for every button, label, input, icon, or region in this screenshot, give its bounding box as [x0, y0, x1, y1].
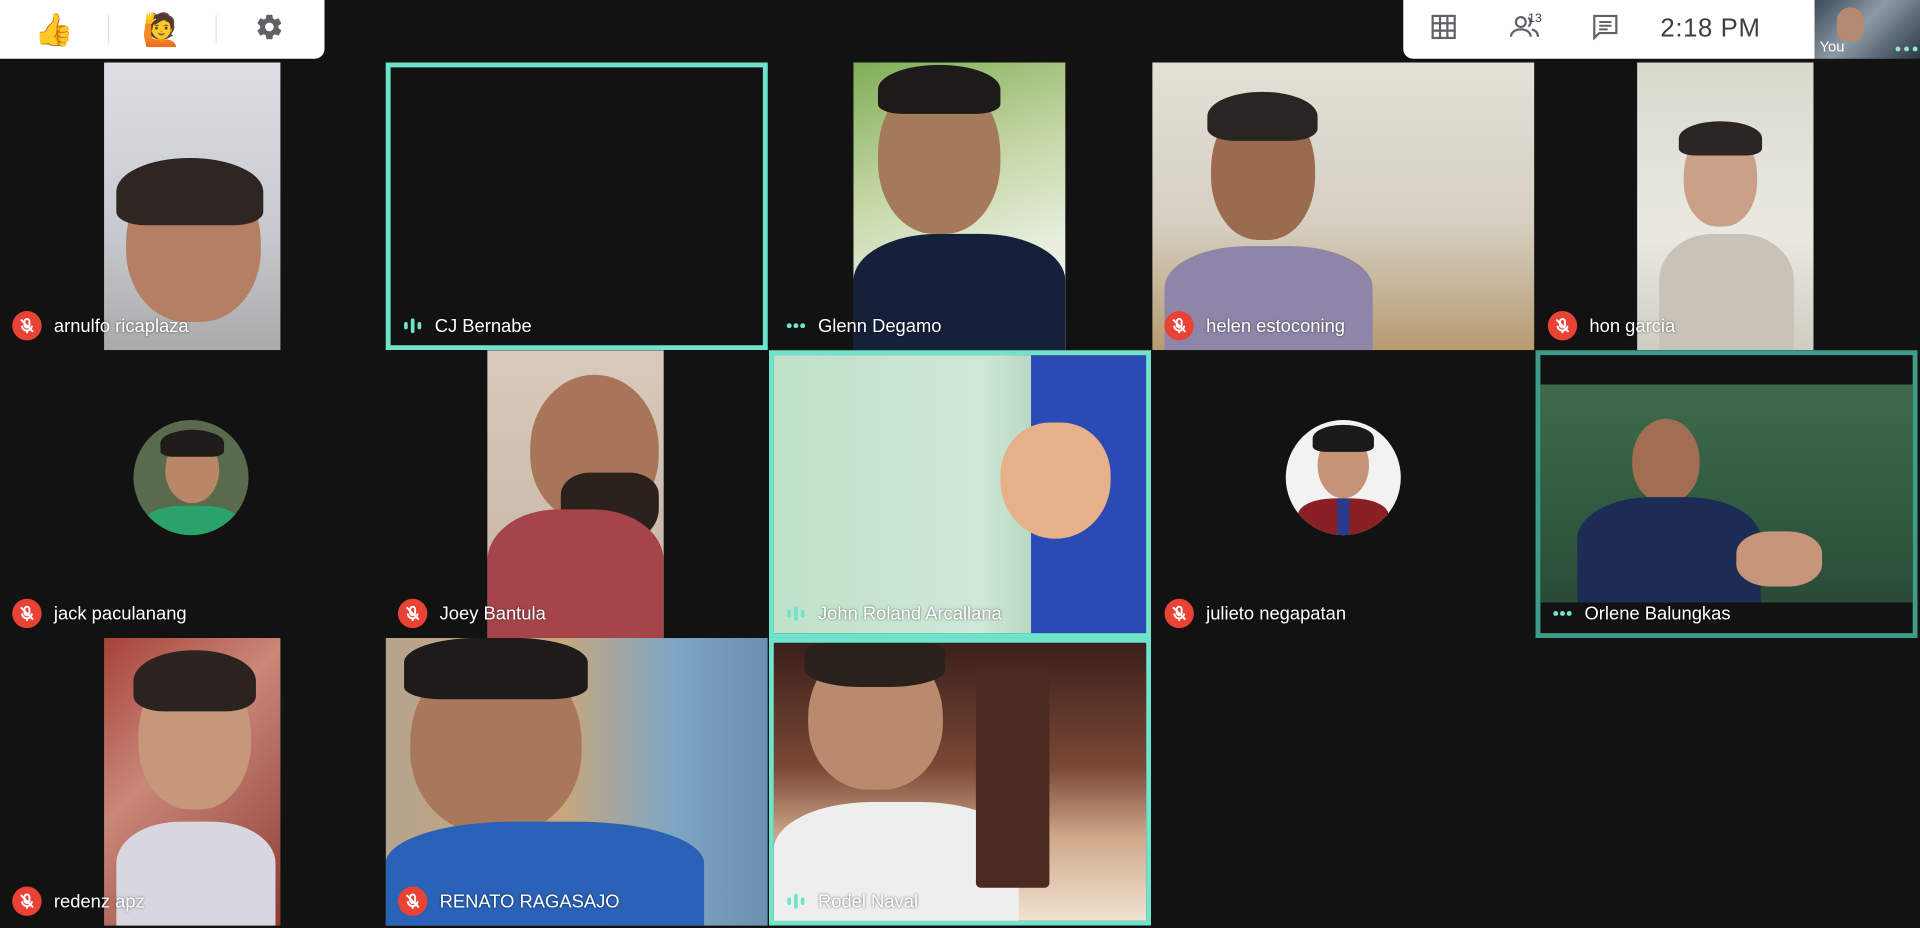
participant-name-bar: Orlene Balungkas	[1548, 599, 1731, 628]
participant-video	[104, 637, 281, 926]
reactions-panel: 👍 🙋	[0, 0, 325, 59]
participant-tile[interactable]: Orlene Balungkas	[1535, 350, 1918, 638]
layout-button[interactable]	[1403, 0, 1484, 59]
participant-name-bar: John Roland Arcallana	[781, 599, 1002, 628]
participant-name-bar: arnulfo ricaplaza	[12, 311, 189, 341]
participant-tile[interactable]: RENATO RAGASAJO	[385, 637, 768, 926]
mic-off-icon	[1164, 598, 1194, 629]
participant-name: John Roland Arcallana	[817, 603, 1002, 624]
grid-icon	[1430, 13, 1457, 46]
participant-name-bar: julieto negapatan	[1164, 598, 1347, 629]
participant-count: 13	[1528, 12, 1542, 26]
participant-avatar	[133, 420, 249, 536]
participant-tile[interactable]: CJ Bernabe	[385, 62, 768, 351]
mic-off-icon	[1164, 311, 1194, 341]
participant-name-bar: RENATO RAGASAJO	[397, 886, 620, 916]
participant-name-bar: jack paculanang	[12, 598, 187, 629]
participant-tile[interactable]: Joey Bantula	[385, 350, 768, 638]
participant-video	[773, 642, 1147, 921]
participant-video	[1152, 62, 1535, 351]
self-label: You	[1819, 37, 1845, 56]
participant-name: Joey Bantula	[439, 603, 546, 624]
participant-video	[773, 355, 1147, 634]
audio-idle-icon	[1548, 599, 1577, 628]
mic-off-icon	[397, 598, 428, 629]
raise-hand-icon: 🙋	[141, 10, 182, 48]
audio-level-icon	[781, 887, 810, 916]
audio-level-icon	[398, 311, 427, 340]
participant-tile[interactable]: John Roland Arcallana	[768, 350, 1152, 638]
participant-name: jack paculanang	[53, 603, 187, 624]
participant-name: Rodel Naval	[817, 890, 919, 912]
participant-video	[1637, 62, 1814, 351]
participant-tile[interactable]: hon garcia	[1535, 62, 1918, 351]
mic-off-icon	[397, 886, 428, 916]
participant-tile[interactable]: helen estoconing	[1152, 62, 1535, 351]
chat-icon	[1592, 13, 1619, 46]
thumbs-up-icon: 👍	[34, 10, 74, 48]
participant-video	[385, 637, 768, 926]
participant-name: arnulfo ricaplaza	[53, 315, 189, 337]
participant-video	[853, 62, 1066, 351]
audio-idle-icon	[781, 311, 810, 340]
gear-icon	[255, 12, 284, 48]
participant-video	[487, 350, 664, 638]
participant-name-bar: hon garcia	[1547, 311, 1676, 341]
participant-tile[interactable]: Glenn Degamo	[768, 62, 1152, 351]
participant-tile[interactable]: arnulfo ricaplaza	[0, 62, 383, 351]
mic-off-icon	[1547, 311, 1578, 341]
participant-name-bar: Glenn Degamo	[781, 311, 942, 340]
raise-hand-button[interactable]: 🙋	[107, 0, 216, 59]
participant-name: RENATO RAGASAJO	[439, 890, 620, 912]
participant-name-bar: Rodel Naval	[781, 887, 918, 916]
mic-off-icon	[12, 886, 42, 916]
settings-button[interactable]	[215, 0, 324, 59]
audio-level-icon	[781, 599, 810, 628]
participant-video	[104, 62, 281, 351]
participant-tile[interactable]: jack paculanang	[0, 350, 383, 638]
participant-name: Glenn Degamo	[817, 315, 942, 337]
more-options-icon[interactable]	[1895, 46, 1918, 52]
participant-name: redenz apz	[53, 890, 145, 912]
self-video	[1836, 7, 1864, 42]
participants-button[interactable]: 13	[1484, 0, 1565, 59]
participant-name: CJ Bernabe	[434, 315, 532, 337]
participant-avatar	[1285, 420, 1401, 536]
participant-name-bar: Joey Bantula	[397, 598, 546, 629]
participant-video	[1540, 384, 1913, 603]
meeting-stage: 👍 🙋 13 2:18 PM You arnulfo ricaplaza CJ …	[0, 0, 1920, 928]
mic-off-icon	[12, 311, 42, 341]
participant-name: helen estoconing	[1206, 315, 1346, 337]
controls-panel: 13 2:18 PM	[1403, 0, 1815, 59]
mic-off-icon	[12, 598, 42, 629]
participant-name: hon garcia	[1589, 315, 1676, 337]
thumbs-up-button[interactable]: 👍	[0, 0, 108, 59]
participant-tile[interactable]: julieto negapatan	[1152, 350, 1535, 638]
participant-name: julieto negapatan	[1206, 603, 1347, 624]
participant-name: Orlene Balungkas	[1584, 603, 1731, 624]
participant-name-bar: redenz apz	[12, 886, 145, 916]
clock: 2:18 PM	[1660, 14, 1761, 43]
participant-tile[interactable]: Rodel Naval	[768, 637, 1152, 926]
self-view[interactable]: You	[1814, 0, 1920, 59]
participant-tile[interactable]: redenz apz	[0, 637, 383, 926]
chat-button[interactable]	[1565, 0, 1646, 59]
participant-name-bar: helen estoconing	[1164, 311, 1346, 341]
participant-name-bar: CJ Bernabe	[398, 311, 532, 340]
